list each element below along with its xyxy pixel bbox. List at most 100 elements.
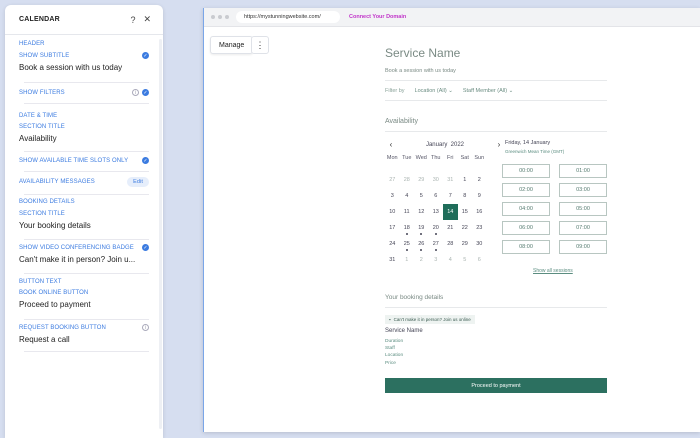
calendar-day[interactable]: 18 [400, 220, 415, 236]
book-online-value[interactable]: Proceed to payment [19, 300, 149, 309]
video-icon: ▪ [389, 317, 391, 322]
url-bar[interactable]: https://mystunningwebsite.com/ [236, 11, 340, 23]
time-slot-button[interactable]: 04:00 [502, 202, 550, 216]
show-subtitle-label: SHOW SUBTITLE [19, 52, 70, 59]
settings-panel: CALENDAR ? ✕ HEADER SHOW SUBTITLE ✓ Book … [5, 5, 163, 438]
time-slot-button[interactable]: 03:00 [559, 183, 607, 197]
calendar-day[interactable]: 20 [429, 220, 444, 236]
edit-button[interactable]: Edit [127, 177, 149, 187]
time-slot-button[interactable]: 07:00 [559, 221, 607, 235]
time-slot-button[interactable]: 01:00 [559, 164, 607, 178]
calendar-day[interactable]: 16 [472, 204, 487, 220]
staff-filter[interactable]: Staff Member (All) ⌄ [463, 88, 513, 94]
calendar-day[interactable]: 5 [414, 188, 429, 204]
calendar-day[interactable]: 23 [472, 220, 487, 236]
subtitle-value[interactable]: Book a session with us today [19, 63, 149, 72]
calendar-day[interactable]: 2 [414, 252, 429, 268]
booking-field-label: Staff [385, 346, 395, 352]
info-icon[interactable]: i [142, 324, 149, 331]
booking-title-value[interactable]: Your booking details [19, 221, 149, 230]
calendar-day[interactable]: 30 [472, 236, 487, 252]
request-booking-value[interactable]: Request a call [19, 335, 149, 344]
show-available-slots-setting[interactable]: SHOW AVAILABLE TIME SLOTS ONLY ✓ [19, 157, 149, 164]
close-icon[interactable]: ✕ [143, 14, 151, 25]
divider [24, 239, 149, 240]
time-slot-button[interactable]: 06:00 [502, 221, 550, 235]
show-filters-setting[interactable]: SHOW FILTERS i ✓ [19, 89, 149, 96]
bd-section-title-setting[interactable]: SECTION TITLE Your booking details [19, 211, 149, 230]
calendar-day[interactable]: 3 [429, 252, 444, 268]
calendar-day[interactable]: 12 [414, 204, 429, 220]
time-slot-button[interactable]: 02:00 [502, 183, 550, 197]
calendar-day[interactable]: 31 [385, 252, 400, 268]
calendar-day[interactable]: 15 [458, 204, 473, 220]
calendar-day[interactable]: 25 [400, 236, 415, 252]
calendar-day[interactable]: 6 [429, 188, 444, 204]
section-title-value[interactable]: Availability [19, 134, 149, 143]
time-slot-button[interactable]: 09:00 [559, 240, 607, 254]
checkmark-icon[interactable]: ✓ [142, 244, 149, 251]
info-icon[interactable]: i [132, 89, 139, 96]
show-all-sessions-link[interactable]: Show all sessions [533, 268, 573, 274]
calendar-day[interactable]: 11 [400, 204, 415, 220]
calendar-day[interactable]: 6 [472, 252, 487, 268]
show-subtitle-setting[interactable]: SHOW SUBTITLE ✓ Book a session with us to… [19, 52, 149, 72]
calendar-day[interactable]: 10 [385, 204, 400, 220]
calendar-day[interactable]: 7 [443, 188, 458, 204]
calendar-day[interactable]: 28 [443, 236, 458, 252]
request-booking-label: REQUEST BOOKING BUTTON [19, 324, 106, 331]
time-slot-button[interactable]: 00:00 [502, 164, 550, 178]
checkmark-icon[interactable]: ✓ [142, 52, 149, 59]
calendar-day[interactable]: 27 [429, 236, 444, 252]
calendar-day[interactable]: 26 [414, 236, 429, 252]
calendar-day[interactable]: 17 [385, 220, 400, 236]
request-booking-button-setting[interactable]: REQUEST BOOKING BUTTON i Request a call [19, 324, 149, 344]
calendar-day[interactable]: 9 [472, 188, 487, 204]
calendar-day[interactable]: 24 [385, 236, 400, 252]
help-icon[interactable]: ? [130, 15, 135, 25]
section-title-label: SECTION TITLE [19, 124, 65, 130]
time-slot-button[interactable]: 08:00 [502, 240, 550, 254]
calendar-day[interactable]: 13 [429, 204, 444, 220]
calendar-day[interactable]: 29 [458, 236, 473, 252]
more-options-icon[interactable]: ⋮ [251, 36, 269, 54]
calendar-day-selected[interactable]: 14 [443, 204, 458, 220]
booking-field-label: Price [385, 360, 396, 366]
next-month-icon[interactable]: › [493, 140, 505, 149]
checkmark-icon[interactable]: ✓ [142, 89, 149, 96]
filter-by-label: Filter by [385, 88, 405, 94]
prev-month-icon[interactable]: ‹ [385, 140, 397, 149]
time-slot-button[interactable]: 05:00 [559, 202, 607, 216]
calendar-day[interactable]: 31 [443, 172, 458, 188]
video-badge-setting[interactable]: SHOW VIDEO CONFERENCING BADGE ✓ Can't mak… [19, 244, 149, 264]
calendar-day[interactable]: 5 [458, 252, 473, 268]
calendar-day[interactable]: 19 [414, 220, 429, 236]
panel-scrollbar[interactable] [159, 39, 162, 429]
calendar-day[interactable]: 21 [443, 220, 458, 236]
calendar-day[interactable]: 28 [400, 172, 415, 188]
calendar-day[interactable]: 2 [472, 172, 487, 188]
calendar-day[interactable]: 22 [458, 220, 473, 236]
selected-date: Friday, 14 January [505, 140, 551, 146]
calendar-day[interactable]: 30 [429, 172, 444, 188]
calendar-day[interactable]: 3 [385, 188, 400, 204]
calendar-day[interactable]: 4 [443, 252, 458, 268]
checkmark-icon[interactable]: ✓ [142, 157, 149, 164]
book-online-button-setting[interactable]: BOOK ONLINE BUTTON Proceed to payment [19, 290, 149, 309]
weekday-label: Wed [415, 155, 427, 161]
connect-domain-link[interactable]: Connect Your Domain [349, 14, 406, 20]
manage-button[interactable]: Manage [210, 36, 254, 54]
calendar-day[interactable]: 27 [385, 172, 400, 188]
calendar-day[interactable]: 1 [400, 252, 415, 268]
calendar-day[interactable]: 1 [458, 172, 473, 188]
divider [24, 273, 149, 274]
proceed-to-payment-button[interactable]: Proceed to payment [385, 378, 607, 393]
calendar-day[interactable]: 29 [414, 172, 429, 188]
video-badge-value[interactable]: Can't make it in person? Join u... [19, 255, 149, 264]
location-filter[interactable]: Location (All) ⌄ [415, 88, 453, 94]
calendar-day[interactable]: 4 [400, 188, 415, 204]
calendar-nav: ‹ January 2022 › [385, 140, 505, 149]
calendar-day[interactable]: 8 [458, 188, 473, 204]
timezone-label[interactable]: Greenwich Mean Time (GMT) [505, 149, 564, 154]
dt-section-title-setting[interactable]: SECTION TITLE Availability [19, 124, 149, 143]
